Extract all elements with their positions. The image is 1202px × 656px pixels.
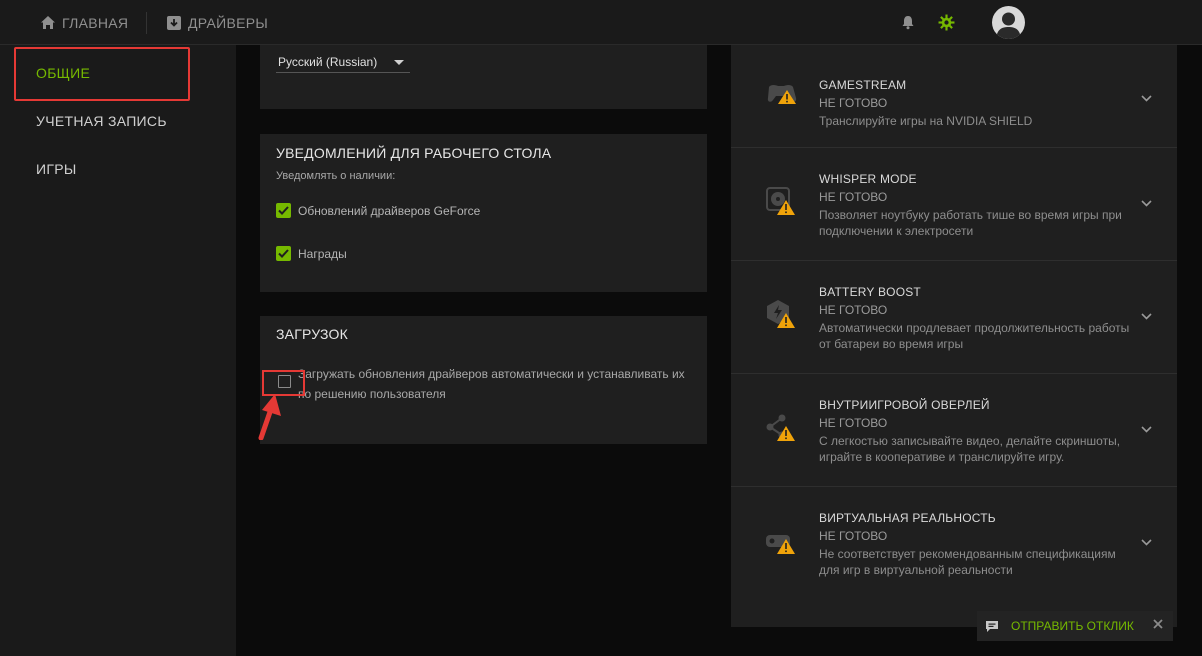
language-value: Русский (Russian)	[278, 54, 378, 69]
close-icon[interactable]	[1152, 618, 1164, 630]
nav-drivers-label: ДРАЙВЕРЫ	[188, 14, 269, 31]
avatar[interactable]	[992, 6, 1025, 39]
nav-home[interactable]: ГЛАВНАЯ	[40, 0, 128, 45]
user-icon	[996, 12, 1021, 39]
checkbox-label: Обновлений драйверов GeForce	[298, 203, 481, 218]
auto-download-line2: по решению пользователя	[298, 387, 446, 401]
feature-title: ВИРТУАЛЬНАЯ РЕАЛЬНОСТЬ	[819, 511, 996, 525]
feature-desc: С легкостью записывайте видео, делайте с…	[819, 433, 1144, 465]
send-feedback-button[interactable]: ОТПРАВИТЬ ОТКЛИК	[977, 611, 1173, 641]
feature-ingame-overlay[interactable]: ВНУТРИИГРОВОЙ ОВЕРЛЕЙ НЕ ГОТОВО С легкос…	[731, 374, 1177, 487]
notifications-panel: УВЕДОМЛЕНИЙ ДЛЯ РАБОЧЕГО СТОЛА Уведомлят…	[260, 134, 707, 292]
feature-status: НЕ ГОТОВО	[819, 303, 888, 317]
feature-desc-line: Не соответствует рекомендованным специфи…	[819, 547, 1116, 561]
feature-title: GAMESTREAM	[819, 78, 907, 92]
feature-status: НЕ ГОТОВО	[819, 416, 888, 430]
auto-download-checkbox[interactable]	[278, 375, 291, 388]
checkbox-checked[interactable]	[276, 203, 291, 218]
fan-warning-icon	[766, 187, 795, 215]
feature-desc-line: для игр в виртуальной реальности	[819, 563, 1013, 577]
feature-desc-line: Автоматически продлевает продолжительнос…	[819, 321, 1130, 335]
feature-battery-boost[interactable]: BATTERY BOOST НЕ ГОТОВО Автоматически пр…	[731, 261, 1177, 374]
feature-desc: Транслируйте игры на NVIDIA SHIELD	[819, 113, 1144, 129]
feature-status: НЕ ГОТОВО	[819, 529, 888, 543]
checkbox-checked[interactable]	[276, 246, 291, 261]
top-bar: ГЛАВНАЯ ДРАЙВЕРЫ	[0, 0, 1202, 45]
checkbox-rewards[interactable]: Награды	[276, 246, 347, 261]
sidebar-item-general[interactable]: ОБЩИЕ	[0, 49, 236, 97]
feature-desc: Не соответствует рекомендованным специфи…	[819, 546, 1144, 578]
nav-divider	[146, 12, 147, 34]
comment-icon	[986, 620, 998, 632]
language-panel: Русский (Russian)	[260, 45, 707, 109]
gear-icon[interactable]	[938, 14, 955, 31]
bell-icon[interactable]	[900, 14, 916, 30]
notifications-subtitle: Уведомлять о наличии:	[276, 170, 396, 182]
feature-desc: Автоматически продлевает продолжительнос…	[819, 320, 1144, 352]
checkmark-icon	[278, 249, 289, 258]
chevron-down-icon[interactable]	[1141, 95, 1152, 102]
feature-title: BATTERY BOOST	[819, 285, 921, 299]
nav-drivers[interactable]: ДРАЙВЕРЫ	[166, 0, 268, 45]
feature-title: WHISPER MODE	[819, 172, 917, 186]
feature-vr[interactable]: ВИРТУАЛЬНАЯ РЕАЛЬНОСТЬ НЕ ГОТОВО Не соот…	[731, 487, 1177, 600]
caret-down-icon	[394, 60, 404, 65]
sidebar-item-label: УЧЕТНАЯ ЗАПИСЬ	[36, 113, 167, 129]
nav-home-label: ГЛАВНАЯ	[62, 14, 129, 31]
share-warning-icon	[766, 414, 795, 441]
features-panel: GAMESTREAM НЕ ГОТОВО Транслируйте игры н…	[731, 45, 1177, 627]
feature-desc-line: С легкостью записывайте видео, делайте с…	[819, 434, 1121, 448]
sidebar: ОБЩИЕ УЧЕТНАЯ ЗАПИСЬ ИГРЫ	[0, 45, 236, 656]
chevron-down-icon[interactable]	[1141, 539, 1152, 546]
language-select[interactable]: Русский (Russian)	[276, 51, 410, 73]
sidebar-item-account[interactable]: УЧЕТНАЯ ЗАПИСЬ	[0, 97, 236, 145]
feature-desc-line: Позволяет ноутбуку работать тише во врем…	[819, 208, 1122, 222]
drivers-icon	[167, 15, 181, 30]
auto-download-label: Загружать обновления драйверов автоматич…	[298, 364, 698, 404]
feature-status: НЕ ГОТОВО	[819, 96, 888, 110]
home-icon	[41, 16, 55, 29]
notifications-title: УВЕДОМЛЕНИЙ ДЛЯ РАБОЧЕГО СТОЛА	[276, 145, 552, 161]
checkbox-driver-updates[interactable]: Обновлений драйверов GeForce	[276, 203, 480, 218]
feature-desc: Позволяет ноутбуку работать тише во врем…	[819, 207, 1144, 239]
chevron-down-icon[interactable]	[1141, 200, 1152, 207]
feedback-label: ОТПРАВИТЬ ОТКЛИК	[1011, 619, 1134, 633]
checkbox-label: Награды	[298, 246, 347, 261]
red-arrow-icon	[258, 394, 281, 440]
chevron-down-icon[interactable]	[1141, 426, 1152, 433]
feature-title: ВНУТРИИГРОВОЙ ОВЕРЛЕЙ	[819, 398, 990, 412]
sidebar-item-label: ИГРЫ	[36, 161, 77, 177]
battery-warning-icon	[767, 300, 795, 328]
vr-warning-icon	[766, 535, 795, 554]
sidebar-item-label: ОБЩИЕ	[36, 65, 91, 81]
sidebar-item-games[interactable]: ИГРЫ	[0, 145, 236, 193]
feature-desc-line: играйте в кооперативе и транслируйте игр…	[819, 450, 1065, 464]
gamepad-warning-icon	[767, 85, 797, 104]
feature-gamestream[interactable]: GAMESTREAM НЕ ГОТОВО Транслируйте игры н…	[731, 51, 1177, 148]
feature-desc-line: от батареи во время игры	[819, 337, 964, 351]
feature-desc-line: Транслируйте игры на NVIDIA SHIELD	[819, 114, 1033, 128]
feature-status: НЕ ГОТОВО	[819, 190, 888, 204]
chevron-down-icon[interactable]	[1141, 313, 1152, 320]
downloads-title: ЗАГРУЗОК	[276, 326, 348, 342]
feature-desc-line: подключении к электросети	[819, 224, 974, 238]
checkmark-icon	[278, 206, 289, 215]
auto-download-line1: Загружать обновления драйверов автоматич…	[298, 367, 685, 381]
feature-whisper-mode[interactable]: WHISPER MODE НЕ ГОТОВО Позволяет ноутбук…	[731, 148, 1177, 261]
